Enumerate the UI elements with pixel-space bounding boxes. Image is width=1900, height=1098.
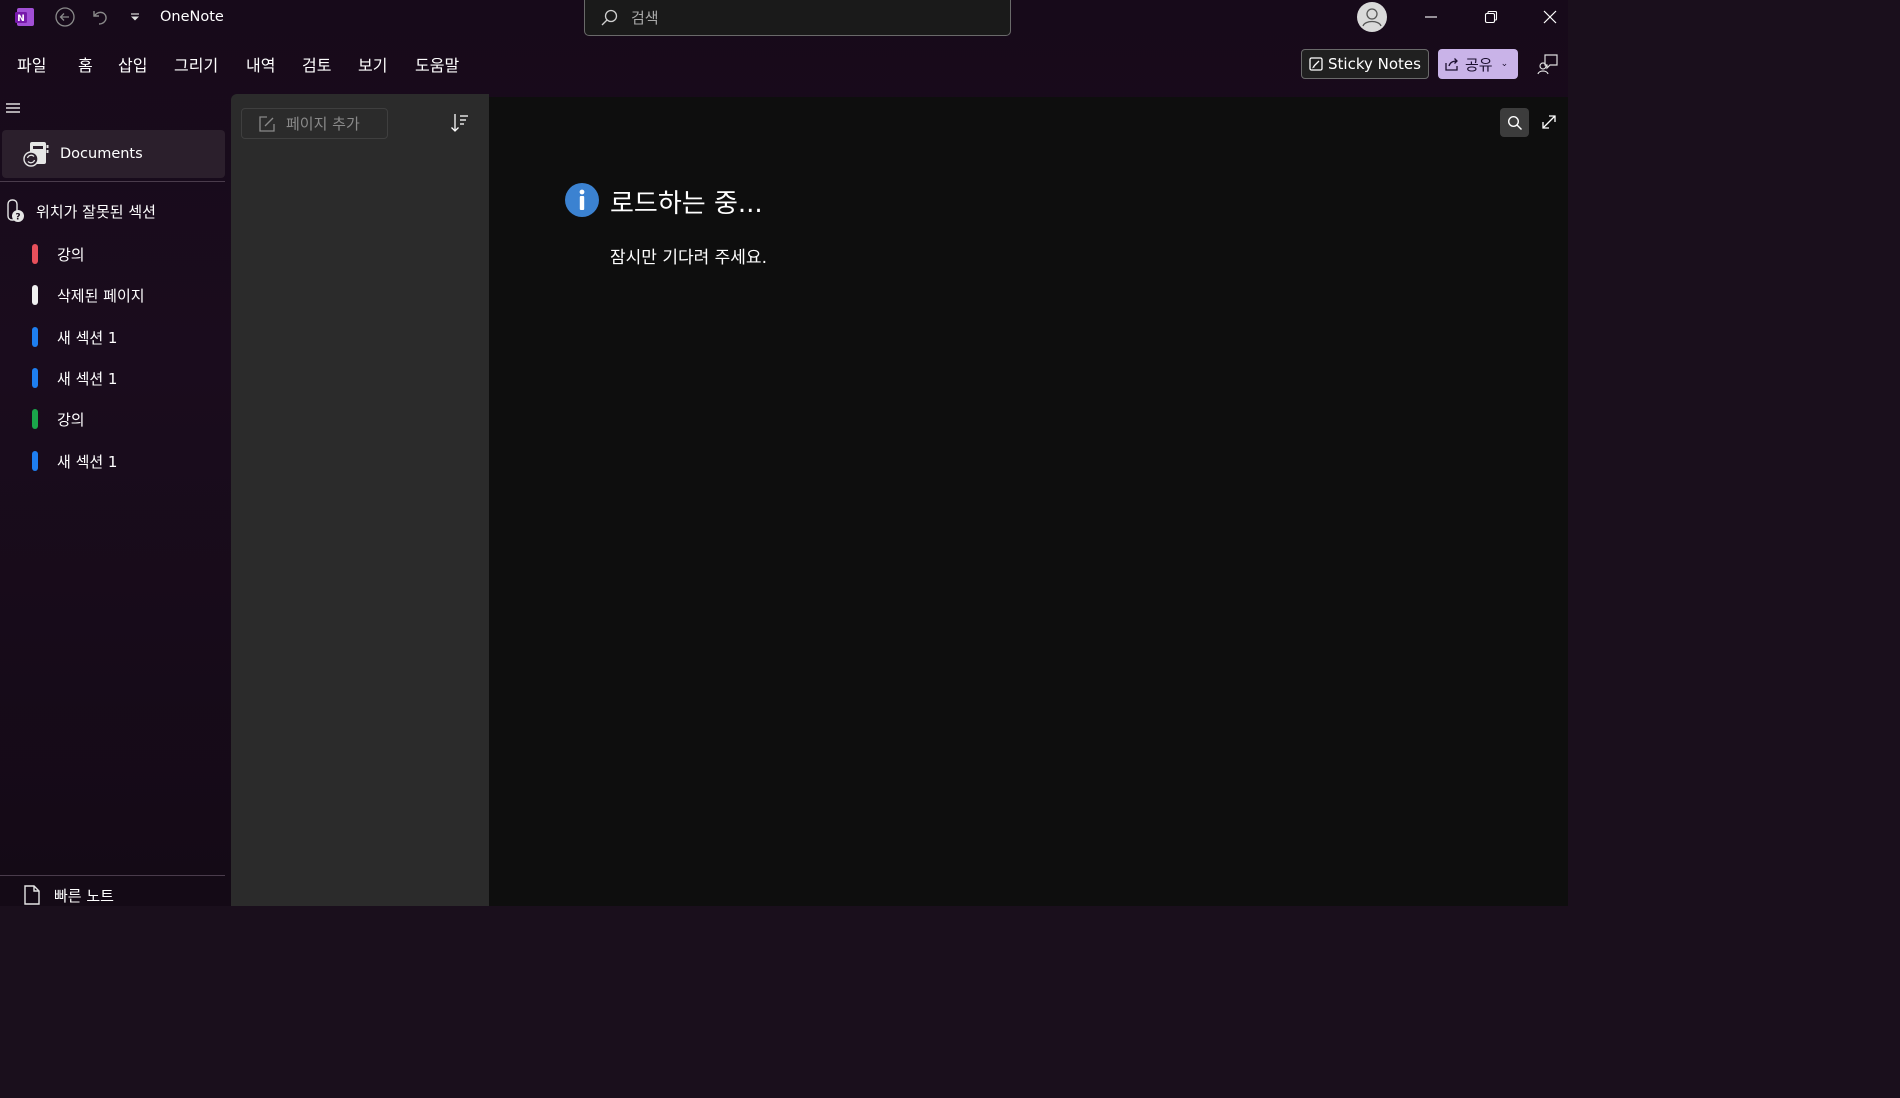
content-search-button[interactable] <box>1500 108 1529 137</box>
page-content-area: 로드하는 중... 잠시만 기다려 주세요. <box>489 97 1568 906</box>
section-color-tab <box>32 327 38 347</box>
section-label: 강의 <box>57 245 85 264</box>
close-icon <box>1543 10 1557 24</box>
restore-icon <box>1484 10 1498 24</box>
feedback-icon <box>1537 54 1558 75</box>
app-title: OneNote <box>160 9 224 25</box>
hamburger-menu-icon[interactable] <box>5 100 23 116</box>
tab-help[interactable]: 도움말 <box>415 52 459 76</box>
chevron-down-icon: ⌄ <box>1500 59 1509 69</box>
onenote-logo-icon: N <box>14 6 36 28</box>
loading-message: 잠시만 기다려 주세요. <box>610 248 767 268</box>
close-button[interactable] <box>1535 3 1565 31</box>
feedback-button[interactable] <box>1535 51 1561 77</box>
expand-button[interactable] <box>1537 110 1561 134</box>
section-item[interactable]: 새 섹션 1 <box>32 450 117 472</box>
share-label: 공유 <box>1465 55 1493 74</box>
quick-access-customize-button[interactable] <box>126 6 144 28</box>
notebook-label: Documents <box>60 146 143 162</box>
account-button[interactable] <box>1356 1 1388 33</box>
sticky-notes-label: Sticky Notes <box>1328 55 1421 73</box>
section-label: 새 섹션 1 <box>57 328 118 347</box>
notebook-navigation: Documents ? 위치가 잘못된 섹션 강의 삭제된 페이지 새 섹션 1… <box>0 94 230 906</box>
share-icon <box>1445 58 1458 71</box>
tab-view[interactable]: 보기 <box>358 52 387 76</box>
notebook-documents[interactable]: Documents <box>2 130 225 178</box>
section-color-tab <box>32 244 38 264</box>
divider <box>0 181 225 182</box>
section-label: 새 섹션 1 <box>57 369 118 388</box>
notebook-sync-icon <box>23 142 49 167</box>
tab-review[interactable]: 검토 <box>302 52 331 76</box>
title-bar: N OneNote 검색 <box>0 0 1568 36</box>
sticky-note-icon <box>1309 57 1323 71</box>
section-color-tab <box>32 409 38 429</box>
misplaced-sections-label: 위치가 잘못된 섹션 <box>36 202 156 221</box>
section-label: 삭제된 페이지 <box>57 286 145 305</box>
section-item[interactable]: 강의 <box>32 408 85 430</box>
info-icon <box>565 183 599 217</box>
search-icon <box>601 9 618 25</box>
section-item[interactable]: 강의 <box>32 243 85 265</box>
sticky-notes-button[interactable]: Sticky Notes <box>1301 49 1429 79</box>
svg-text:N: N <box>17 14 25 24</box>
section-item[interactable]: 새 섹션 1 <box>32 326 117 348</box>
search-icon <box>1507 115 1522 130</box>
misplaced-section-icon: ? <box>7 199 24 223</box>
onenote-window: N OneNote 검색 파일 홈 삽입 그리기 내역 검토 보기 도움말 St… <box>0 0 1568 906</box>
page-list-pane: 페이지 추가 <box>231 94 489 906</box>
expand-icon <box>1542 115 1556 129</box>
back-button[interactable] <box>52 4 78 30</box>
add-page-button[interactable]: 페이지 추가 <box>241 108 388 139</box>
svg-text:?: ? <box>15 213 20 223</box>
sort-button[interactable] <box>450 112 470 134</box>
quick-notes-item[interactable]: 빠른 노트 <box>22 884 114 906</box>
section-color-tab <box>32 451 38 471</box>
section-color-tab <box>32 368 38 388</box>
undo-button[interactable] <box>88 4 112 30</box>
quick-notes-icon <box>24 885 40 905</box>
tab-history[interactable]: 내역 <box>246 52 275 76</box>
misplaced-sections[interactable]: ? 위치가 잘못된 섹션 <box>6 198 156 224</box>
loading-title: 로드하는 중... <box>610 189 763 219</box>
tab-draw[interactable]: 그리기 <box>174 52 218 76</box>
quick-notes-label: 빠른 노트 <box>54 886 114 905</box>
section-item[interactable]: 새 섹션 1 <box>32 367 117 389</box>
add-page-label: 페이지 추가 <box>286 115 360 133</box>
section-color-tab <box>32 285 38 305</box>
section-label: 새 섹션 1 <box>57 452 118 471</box>
sort-icon <box>451 114 468 132</box>
minimize-icon <box>1425 16 1437 18</box>
divider <box>0 875 225 876</box>
search-box[interactable]: 검색 <box>584 0 1011 36</box>
minimize-button[interactable] <box>1416 3 1446 31</box>
tab-file[interactable]: 파일 <box>17 52 46 76</box>
section-label: 강의 <box>57 410 85 429</box>
back-arrow-icon <box>55 7 75 27</box>
chevron-down-icon <box>131 13 139 21</box>
share-button[interactable]: 공유 ⌄ <box>1438 49 1518 79</box>
undo-icon <box>93 11 107 25</box>
tab-insert[interactable]: 삽입 <box>118 52 147 76</box>
tab-home[interactable]: 홈 <box>78 52 93 76</box>
avatar-icon <box>1357 2 1387 32</box>
add-page-icon <box>259 115 275 132</box>
section-item[interactable]: 삭제된 페이지 <box>32 284 145 306</box>
search-placeholder: 검색 <box>631 9 659 27</box>
restore-button[interactable] <box>1476 3 1506 31</box>
